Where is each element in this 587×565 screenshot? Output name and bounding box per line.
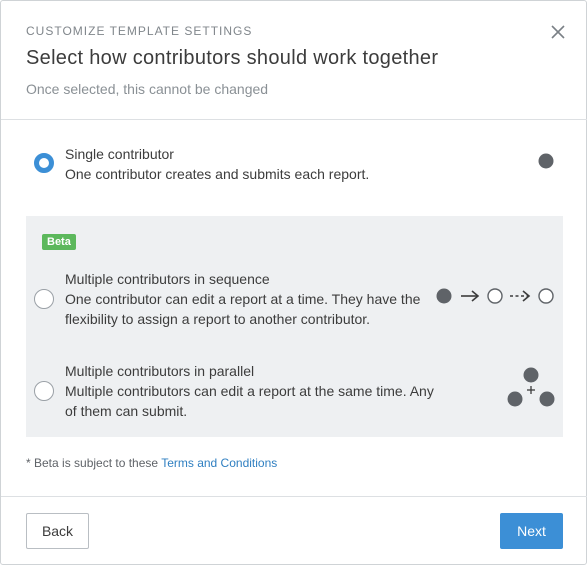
sequence-flow-icon bbox=[436, 288, 554, 304]
option-title: Multiple contributors in sequence bbox=[65, 271, 270, 287]
header-divider bbox=[1, 119, 587, 120]
option-multiple-sequence[interactable]: Multiple contributors in sequence One co… bbox=[26, 266, 563, 336]
option-description: Multiple contributors can edit a report … bbox=[65, 383, 434, 419]
back-button[interactable]: Back bbox=[26, 513, 89, 549]
close-icon bbox=[551, 25, 565, 39]
radio-single-contributor[interactable] bbox=[34, 153, 54, 173]
single-dot-icon bbox=[538, 153, 554, 169]
radio-multiple-parallel[interactable] bbox=[34, 381, 54, 401]
dialog-subtitle: Once selected, this cannot be changed bbox=[26, 81, 269, 97]
customize-template-dialog: CUSTOMIZE TEMPLATE SETTINGS Select how c… bbox=[0, 0, 587, 565]
terms-and-conditions-link[interactable]: Terms and Conditions bbox=[161, 456, 277, 470]
footer-divider bbox=[1, 496, 587, 497]
beta-badge: Beta bbox=[42, 234, 76, 250]
radio-multiple-sequence[interactable] bbox=[34, 289, 54, 309]
option-multiple-parallel[interactable]: Multiple contributors in parallel Multip… bbox=[26, 358, 563, 428]
close-button[interactable] bbox=[547, 21, 569, 43]
footnote-text: * Beta is subject to these bbox=[26, 456, 162, 470]
option-description: One contributor creates and submits each… bbox=[65, 166, 370, 182]
dialog-eyebrow: CUSTOMIZE TEMPLATE SETTINGS bbox=[26, 24, 253, 38]
option-single-contributor[interactable]: Single contributor One contributor creat… bbox=[26, 141, 563, 201]
dialog-title: Select how contributors should work toge… bbox=[26, 47, 439, 69]
option-description: One contributor can edit a report at a t… bbox=[65, 291, 421, 327]
next-button[interactable]: Next bbox=[500, 513, 563, 549]
parallel-dots-icon bbox=[507, 367, 555, 407]
option-title: Single contributor bbox=[65, 146, 174, 162]
beta-footnote: * Beta is subject to these Terms and Con… bbox=[26, 456, 277, 470]
option-title: Multiple contributors in parallel bbox=[65, 363, 255, 379]
